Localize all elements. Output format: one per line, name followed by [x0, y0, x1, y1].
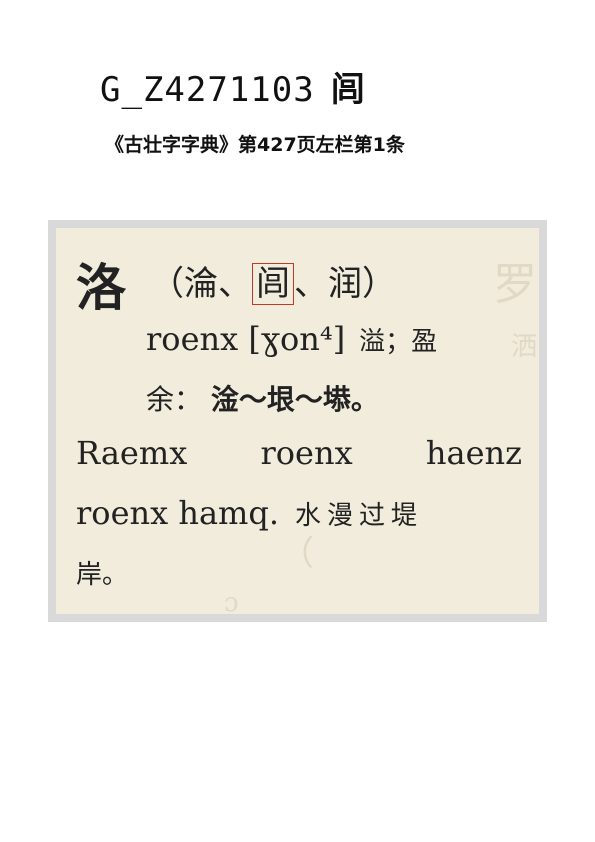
example-end: roenx hamq. [76, 494, 280, 532]
translation-end: 岸。 [76, 560, 129, 590]
glyph-character: 闾 [330, 70, 366, 110]
example-cjk: 淦～垠～塨。 [210, 383, 379, 416]
translation: 水漫过堤 [295, 501, 424, 531]
example-word: haenz [425, 434, 522, 472]
entry-headword: 洛 [76, 258, 126, 317]
example-word: Raemx [76, 434, 188, 472]
dictionary-scan: 罗 洒 （ ɔ 洛 （淪、闾、润） roenx [ɣon⁴] 溢；盈 余： 淦～垠… [56, 228, 539, 614]
entry-pronunciation-line: roenx [ɣon⁴] 溢；盈 [146, 320, 437, 358]
glyph-code: G_Z4271103 [100, 70, 315, 110]
bleed-through-mark: ɔ [224, 588, 239, 614]
dictionary-scan-frame: 罗 洒 （ ɔ 洛 （淪、闾、润） roenx [ɣon⁴] 溢；盈 余： 淦～垠… [48, 220, 547, 622]
bleed-through-mark: 罗 [493, 259, 537, 310]
entry-variants: （淪、闾、润） [150, 263, 396, 305]
variant-1: 淪 [184, 264, 218, 304]
example-word: roenx [260, 434, 353, 472]
bleed-through-mark: 洒 [510, 332, 537, 362]
example-zhuang-line-2: roenx hamq. 水漫过堤 [76, 494, 423, 532]
variant-highlighted: 闾 [252, 263, 294, 305]
example-zhuang-line-1: Raemx roenx haenz [76, 434, 522, 472]
source-citation: 《古壮字字典》第427页左栏第1条 [105, 134, 405, 156]
page-title: G_Z4271103 闾 [100, 62, 366, 111]
entry-definition-line: 余： 淦～垠～塨。 [146, 378, 379, 418]
variant-3: 润 [328, 264, 362, 304]
definition-part2: 余： [146, 383, 203, 416]
definition-part1: 溢；盈 [359, 327, 438, 357]
bleed-through-mark: （ [280, 534, 314, 574]
pronunciation: roenx [ɣon⁴] [146, 320, 346, 358]
